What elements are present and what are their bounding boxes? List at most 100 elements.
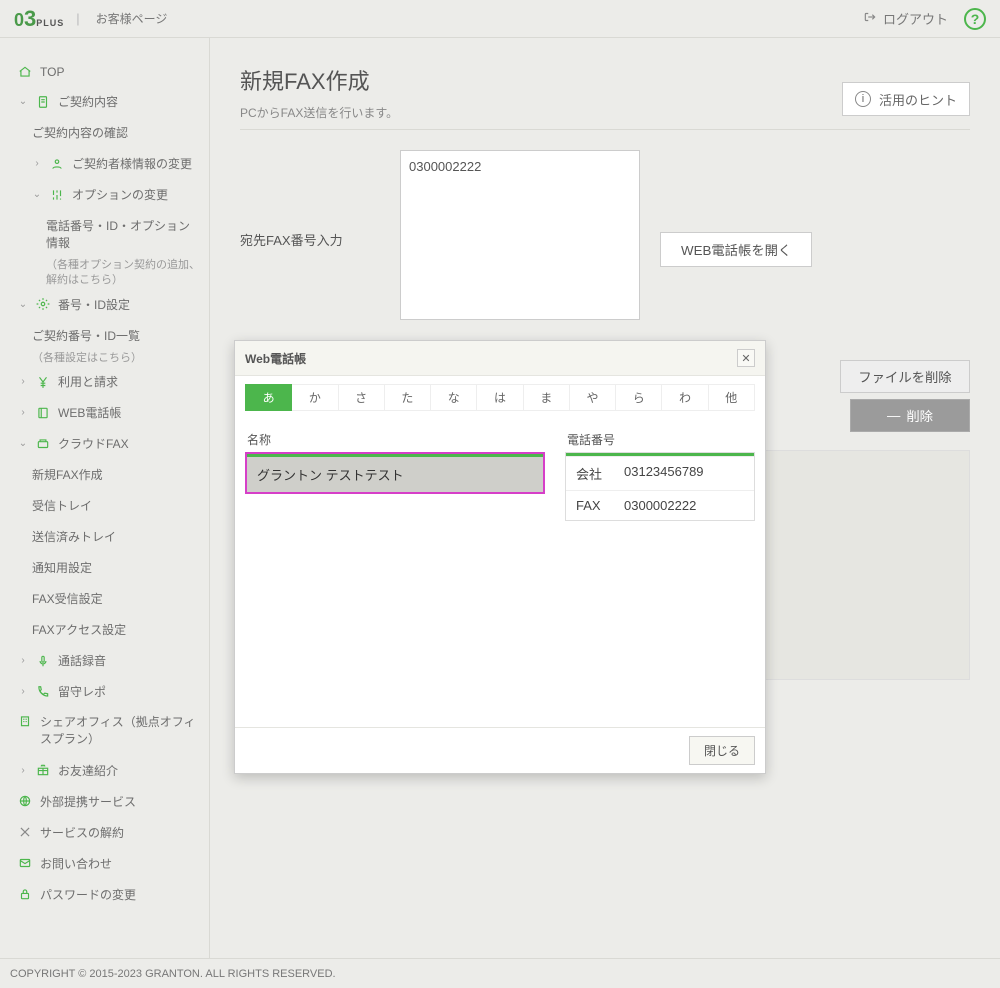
hint-button[interactable]: i 活用のヒント [842,82,970,116]
gift-icon [36,763,50,777]
sidebar-item-number-id-list[interactable]: ご契約番号・ID一覧 [0,320,209,351]
sidebar-item-fax-recv-set[interactable]: FAX受信設定 [0,583,209,614]
sidebar-label: 通話録音 [58,652,106,669]
phone-number: 0300002222 [624,498,696,513]
sidebar-label: FAXアクセス設定 [32,621,126,638]
sidebar-label: 利用と請求 [58,373,118,390]
chevron-right-icon: › [18,407,28,418]
hint-label: 活用のヒント [879,90,957,109]
name-column-header: 名称 [245,427,545,452]
sidebar-item-number-id[interactable]: ⌄ 番号・ID設定 [0,289,209,320]
sidebar-item-fax-notify[interactable]: 通知用設定 [0,552,209,583]
file-delete-button[interactable]: ファイルを削除 [840,360,970,393]
phone-row[interactable]: FAX 0300002222 [566,490,754,520]
kana-tab-na[interactable]: な [431,384,477,411]
logo-digit: 3 [24,6,36,31]
info-icon: i [855,91,871,107]
sidebar-item-call-rec[interactable]: › 通話録音 [0,645,209,676]
fax-number-input[interactable] [400,150,640,320]
help-button[interactable]: ? [964,8,986,30]
sidebar-item-contract-confirm[interactable]: ご契約内容の確認 [0,117,209,148]
name-row[interactable]: グラントン テストテスト [247,457,543,492]
sliders-icon [50,188,64,202]
kana-tab-ma[interactable]: ま [524,384,570,411]
kana-tab-ha[interactable]: は [477,384,523,411]
page-subtitle: PCからFAX送信を行います。 [240,104,398,121]
sidebar-label: 電話番号・ID・オプション情報 [46,217,197,251]
sidebar: TOP ⌄ ご契約内容 ご契約内容の確認 › ご契約者様情報の変更 ⌄ オプショ… [0,38,210,958]
sidebar-note-option: （各種オプション契約の追加、解約はこちら） [0,258,209,289]
chevron-right-icon: › [32,158,42,169]
help-icon: ? [971,11,980,27]
sidebar-item-fax-sent[interactable]: 送信済みトレイ [0,521,209,552]
sidebar-item-contract[interactable]: ⌄ ご契約内容 [0,86,209,117]
fax-number-label: 宛先FAX番号入力 [240,150,380,249]
sidebar-item-ext-service[interactable]: 外部提携サービス [0,786,209,817]
sidebar-item-share-office[interactable]: シェアオフィス（拠点オフィスプラン） [0,707,209,755]
kana-tab-wa[interactable]: わ [662,384,708,411]
modal-close-footer-button[interactable]: 閉じる [689,736,755,765]
kana-tab-ya[interactable]: や [570,384,616,411]
logo-separator: | [76,11,79,26]
sidebar-item-contractor-change[interactable]: › ご契約者様情報の変更 [0,148,209,179]
modal-close-button[interactable]: ✕ [737,349,755,367]
phone-row[interactable]: 会社 03123456789 [566,456,754,490]
sidebar-item-fax-access[interactable]: FAXアクセス設定 [0,614,209,645]
sidebar-item-web-pb[interactable]: › WEB電話帳 [0,397,209,428]
sidebar-item-password[interactable]: パスワードの変更 [0,879,209,910]
sidebar-item-cloud-fax[interactable]: ⌄ クラウドFAX [0,428,209,459]
header: 03PLUS | お客様ページ ログアウト ? [0,0,1000,38]
sidebar-item-option-change[interactable]: ⌄ オプションの変更 [0,179,209,210]
logo: 03PLUS | お客様ページ [14,6,167,32]
sidebar-label: 送信済みトレイ [32,528,116,545]
sidebar-item-inquiry[interactable]: お問い合わせ [0,848,209,879]
sidebar-item-fax-new[interactable]: 新規FAX作成 [0,459,209,490]
logo-prefix: 0 [14,10,24,30]
phone-icon [36,685,50,699]
sidebar-label: 新規FAX作成 [32,466,103,483]
sidebar-label: シェアオフィス（拠点オフィスプラン） [40,714,197,748]
sidebar-item-option-detail[interactable]: 電話番号・ID・オプション情報 [0,210,209,258]
phone-table: 会社 03123456789 FAX 0300002222 [565,452,755,521]
sidebar-label: ご契約番号・ID一覧 [32,327,140,344]
sidebar-label: WEB電話帳 [58,404,121,421]
kana-tab-ka[interactable]: か [292,384,338,411]
sidebar-label: パスワードの変更 [40,886,136,903]
close-icon: ✕ [741,352,750,365]
header-page-label: お客様ページ [96,10,168,27]
sidebar-label: クラウドFAX [58,435,129,452]
sidebar-label: 留守レポ [58,683,106,700]
row-delete-button[interactable]: — 削除 [850,399,970,432]
sidebar-label: 受信トレイ [32,497,92,514]
kana-tab-ra[interactable]: ら [616,384,662,411]
open-web-phonebook-button[interactable]: WEB電話帳を開く [660,232,812,267]
divider [240,129,970,130]
kana-tab-a[interactable]: あ [245,384,292,411]
sidebar-label: ご契約内容 [58,93,118,110]
yen-icon [36,375,50,389]
gear-icon [36,297,50,311]
kana-tab-ta[interactable]: た [385,384,431,411]
sidebar-label: 番号・ID設定 [58,296,130,313]
mail-icon [18,856,32,870]
sidebar-note-number-id: （各種設定はこちら） [0,351,209,366]
close-icon [18,825,32,839]
sidebar-label: ご契約内容の確認 [32,124,128,141]
phone-number: 03123456789 [624,464,704,483]
kana-tabs: あ か さ た な は ま や ら わ 他 [235,376,765,417]
sidebar-item-billing[interactable]: › 利用と請求 [0,366,209,397]
footer: COPYRIGHT © 2015-2023 GRANTON. ALL RIGHT… [0,958,1000,988]
logout-link[interactable]: ログアウト [863,9,948,28]
sidebar-label: FAX受信設定 [32,590,103,607]
link-icon [18,794,32,808]
book-icon [36,406,50,420]
sidebar-item-top[interactable]: TOP [0,58,209,86]
sidebar-item-referral[interactable]: › お友達紹介 [0,755,209,786]
kana-tab-other[interactable]: 他 [709,384,755,411]
kana-tab-sa[interactable]: さ [339,384,385,411]
sidebar-item-fax-inbox[interactable]: 受信トレイ [0,490,209,521]
building-icon [18,714,32,728]
sidebar-item-rusu[interactable]: › 留守レポ [0,676,209,707]
chevron-right-icon: › [18,376,28,387]
sidebar-item-cancel-service[interactable]: サービスの解約 [0,817,209,848]
